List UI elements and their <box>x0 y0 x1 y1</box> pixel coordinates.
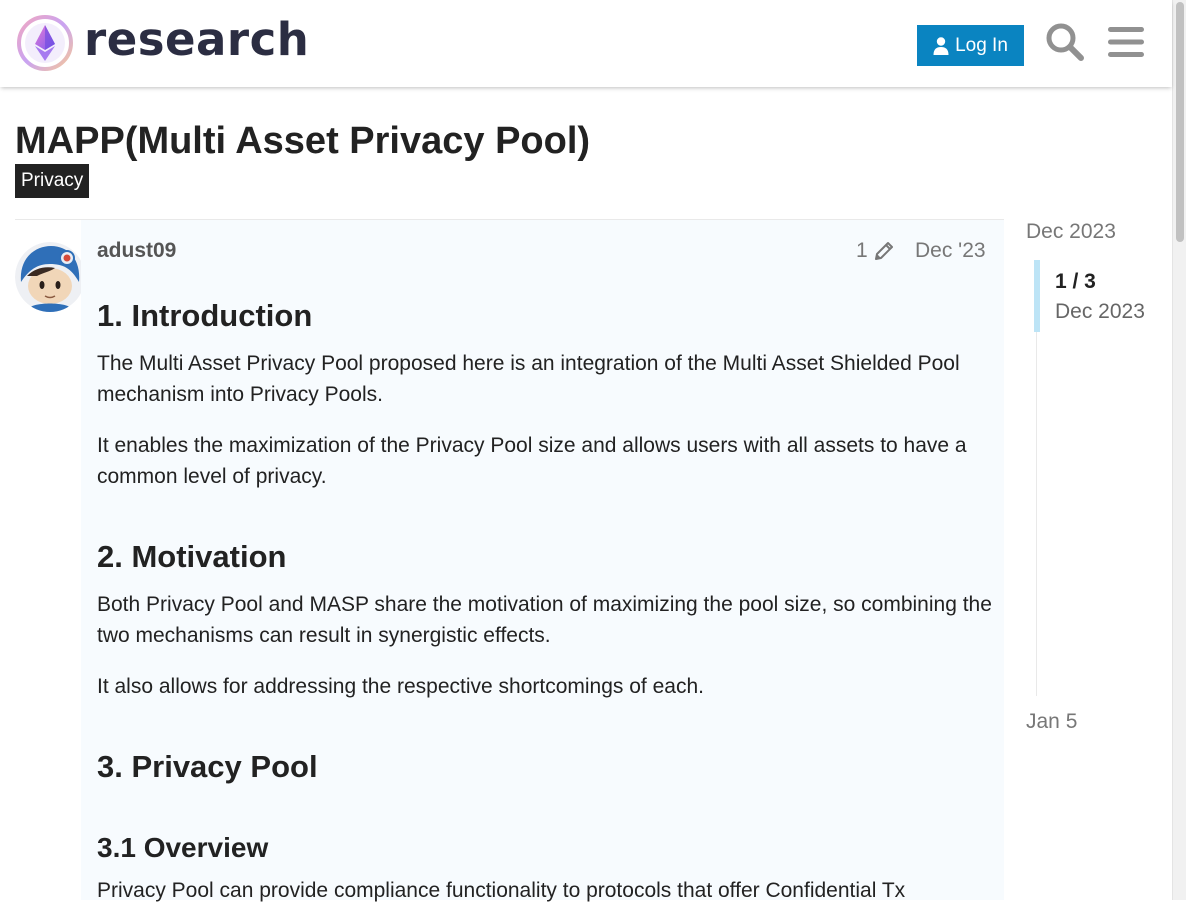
heading-motivation: 2. Motivation <box>97 539 287 574</box>
user-icon <box>933 36 949 55</box>
login-button[interactable]: Log In <box>917 25 1024 66</box>
paragraph-motivation-2: It also allows for addressing the respec… <box>97 675 704 698</box>
topic-title[interactable]: MAPP(Multi Asset Privacy Pool) <box>15 120 590 163</box>
timeline-start-date[interactable]: Dec 2023 <box>1026 220 1116 244</box>
edit-count: 1 <box>856 239 868 262</box>
timeline-current-date: Dec 2023 <box>1055 300 1145 323</box>
paragraph-overview: Privacy Pool can provide compliance func… <box>97 879 906 902</box>
login-label: Log In <box>955 34 1008 56</box>
search-button[interactable] <box>1043 20 1087 64</box>
site-header: research Log In <box>0 0 1172 87</box>
search-icon <box>1046 23 1084 61</box>
heading-introduction: 1. Introduction <box>97 298 313 333</box>
category-badge[interactable]: Privacy <box>15 164 90 198</box>
post-date[interactable]: Dec '23 <box>915 239 986 263</box>
page-scrollbar[interactable] <box>1172 0 1186 900</box>
timeline-scroll-handle[interactable] <box>1034 260 1040 332</box>
paragraph-intro-1: The Multi Asset Privacy Pool proposed he… <box>97 352 960 406</box>
heading-privacy-pool: 3. Privacy Pool <box>97 749 318 784</box>
timeline-end-date[interactable]: Jan 5 <box>1026 710 1077 734</box>
paragraph-intro-2: It enables the maximization of the Priva… <box>97 434 967 488</box>
user-avatar-icon <box>15 242 85 312</box>
heading-overview: 3.1 Overview <box>97 832 269 863</box>
scrollbar-thumb[interactable] <box>1176 2 1184 242</box>
timeline-post-count: 1 / 3 <box>1055 270 1096 293</box>
paragraph-motivation-1: Both Privacy Pool and MASP share the mot… <box>97 593 992 647</box>
edit-history-button[interactable]: 1 <box>856 239 895 263</box>
site-logo[interactable]: research <box>16 13 310 72</box>
post-username[interactable]: adust09 <box>97 239 176 263</box>
logo-text: research <box>84 13 310 66</box>
topic-timeline: Dec 2023 1 / 3 Dec 2023 Jan 5 <box>1026 220 1172 750</box>
pencil-icon <box>874 242 893 260</box>
hamburger-menu-icon <box>1108 27 1144 57</box>
ethereum-logo-icon <box>17 15 73 71</box>
menu-button[interactable] <box>1104 20 1148 64</box>
avatar[interactable] <box>15 242 85 312</box>
